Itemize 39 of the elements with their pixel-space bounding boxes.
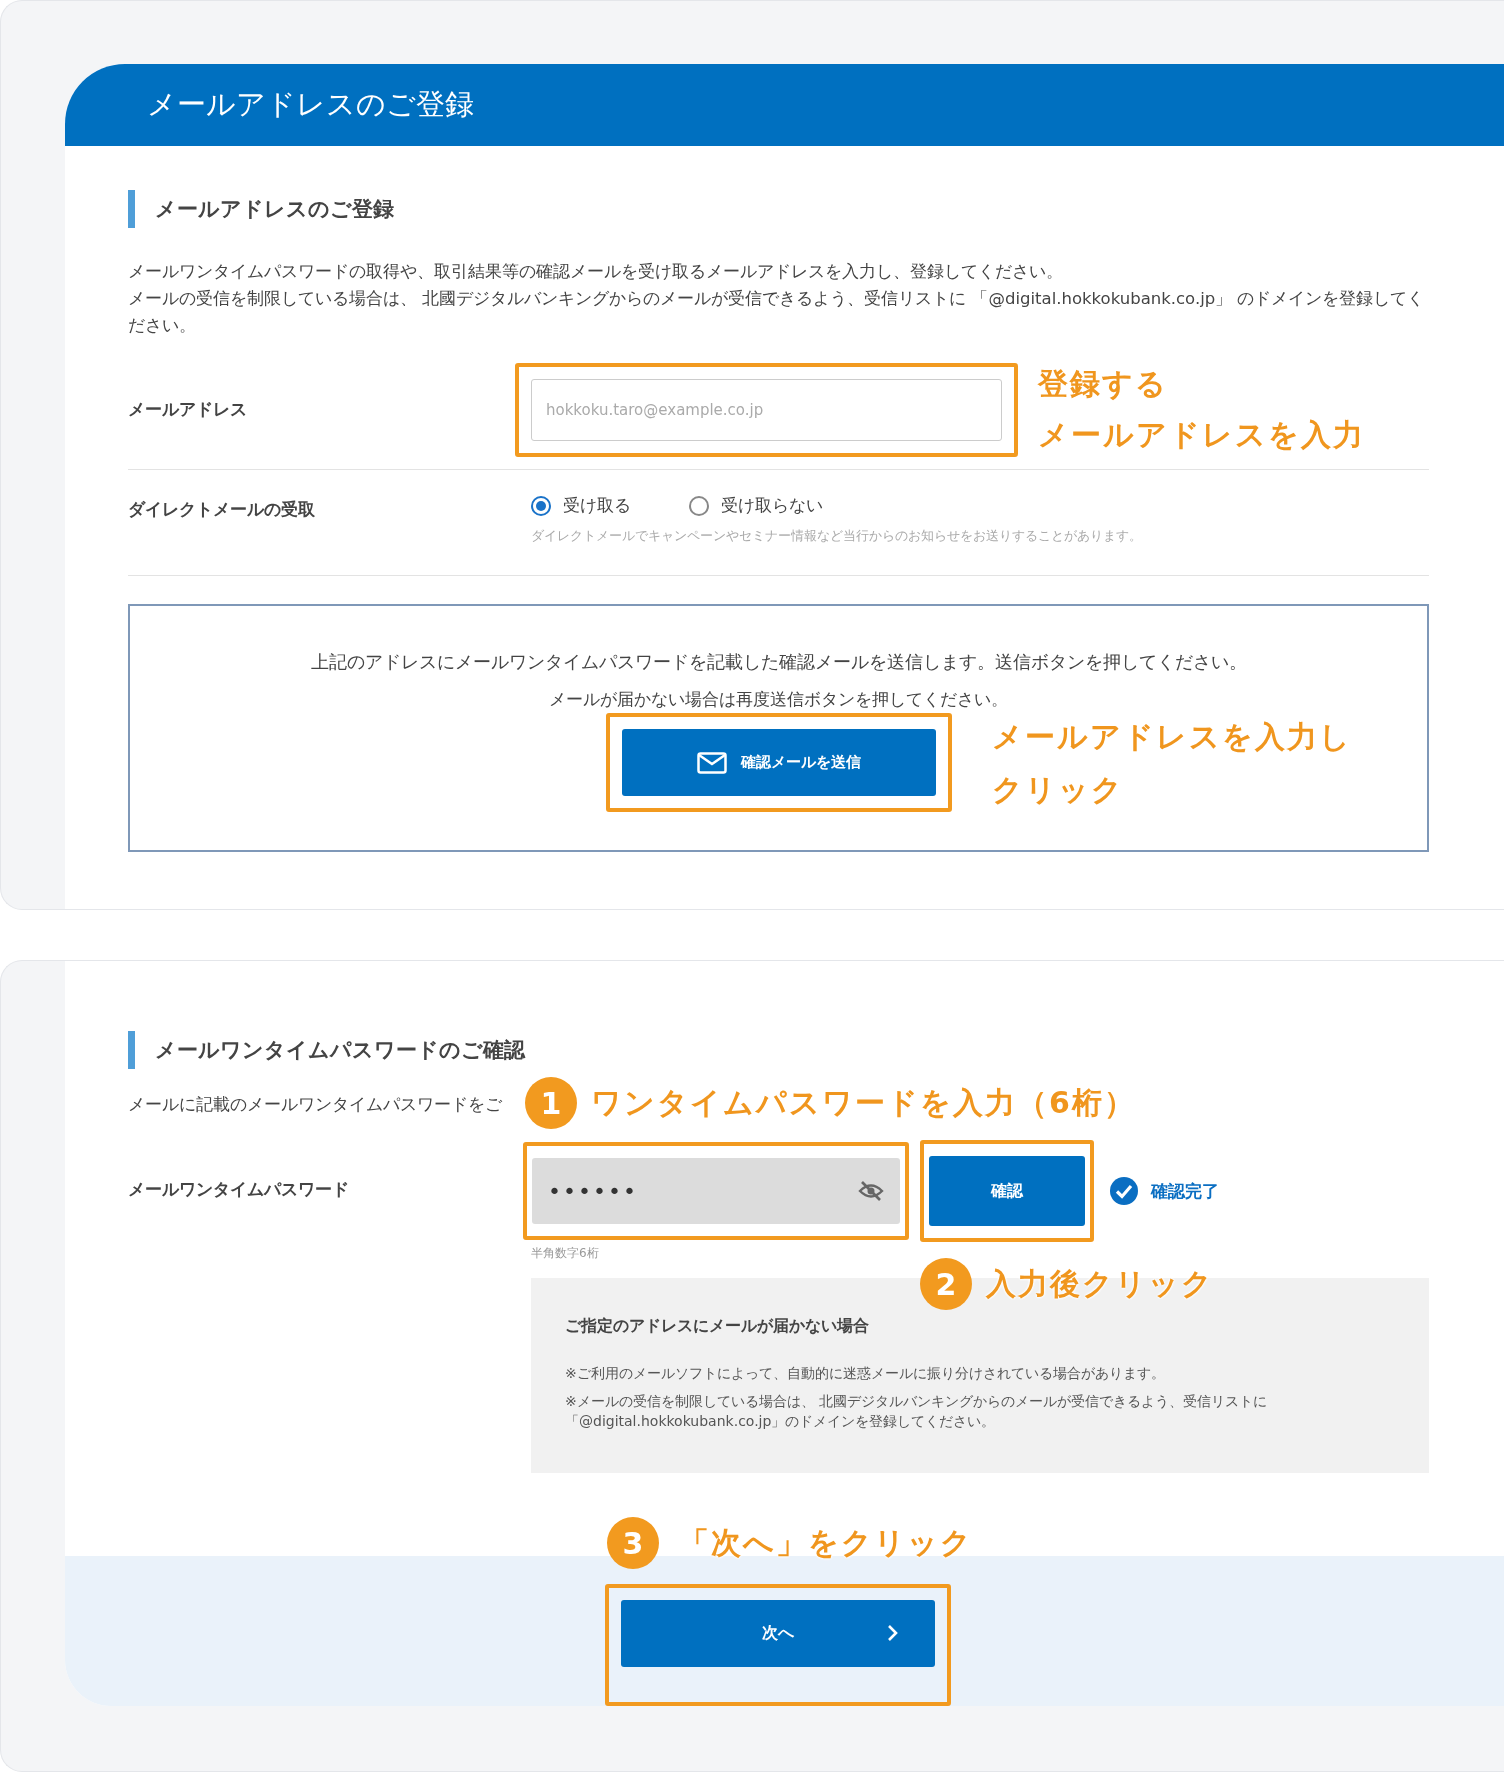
note-text: ダイレクトメールでキャンペーンやセミナー情報など当行からのお知らせをお送りすることがあります。 — [531, 527, 1142, 545]
confirm-button[interactable]: 確認 — [929, 1156, 1085, 1226]
annotation-text: 登録する — [1038, 364, 1169, 403]
section-heading: メールアドレスのご登録 — [128, 190, 1429, 228]
help-text: ※ご利用のメールソフトによって、自動的に迷惑メールに振り分けされている場合があります。 — [565, 1365, 1166, 1383]
description-text: メールに記載のメールワンタイムパスワードをご — [128, 1094, 502, 1116]
field-label: ダイレクトメールの受取 — [128, 498, 316, 521]
email-field[interactable]: hokkoku.taro@example.co.jp — [531, 378, 1002, 441]
page-title: メールアドレスのご登録 — [147, 86, 474, 123]
annotation-text: 「次へ」をクリック — [679, 1523, 973, 1562]
annotation-text: ワンタイムパスワードを入力（6桁） — [591, 1083, 1136, 1122]
annotation-text: 入力後クリック — [986, 1264, 1214, 1303]
help-title: ご指定のアドレスにメールが届かない場合 — [565, 1316, 870, 1337]
help-text: ※メールの受信を制限している場合は、 北國デジタルバンキングからのメールが受信できるよう、受信リストに — [565, 1393, 1269, 1411]
password-field[interactable]: •••••• — [532, 1158, 900, 1224]
field-label: メールワンタイムパスワード — [128, 1178, 350, 1201]
annotation-text: メールアドレスを入力し — [991, 718, 1352, 756]
next-button[interactable]: 次へ — [620, 1600, 935, 1667]
status-text: 確認完了 — [1151, 1179, 1219, 1203]
help-text: 「@digital.hokkokubank.co.jp」のドメインを登録してください。 — [565, 1413, 997, 1431]
step-number: 2 — [920, 1258, 972, 1310]
chevron-right-icon — [886, 1624, 899, 1642]
radio-option[interactable]: 受け取る — [531, 494, 631, 517]
notice-text: メールが届かない場合は再度送信ボタンを押してください。 — [549, 688, 1008, 711]
hint-text: 半角数字6桁 — [531, 1246, 599, 1260]
field-label: メールアドレス — [128, 398, 248, 421]
section-heading: メールワンタイムパスワードのご確認 — [128, 1031, 1429, 1069]
annotation-text: クリック — [991, 771, 1125, 809]
mail-icon — [696, 751, 727, 774]
step-number: 1 — [525, 1077, 577, 1129]
description-text: メールの受信を制限している場合は、 北國デジタルバンキングからのメールが受信できるよう、受信リストに 「@digital.hokkokubank.co.jp」 のドメインを登録してください。 — [128, 288, 1426, 337]
annotation-text: メールアドレスを入力 — [1038, 415, 1365, 454]
step-number: 3 — [607, 1517, 659, 1569]
send-email-button[interactable]: 確認メールを送信 — [621, 729, 936, 796]
notice-text: 上記のアドレスにメールワンタイムパスワードを記載した確認メールを送信します。送信ボタンを押してください。 — [310, 650, 1247, 674]
check-icon — [1109, 1176, 1139, 1206]
eye-slash-icon[interactable] — [858, 1180, 884, 1202]
description-text: メールワンタイムパスワードの取得や、取引結果等の確認メールを受け取るメールアドレスを入力し、登録してください。 — [128, 261, 1064, 283]
radio-option[interactable]: 受け取らない — [689, 494, 823, 517]
